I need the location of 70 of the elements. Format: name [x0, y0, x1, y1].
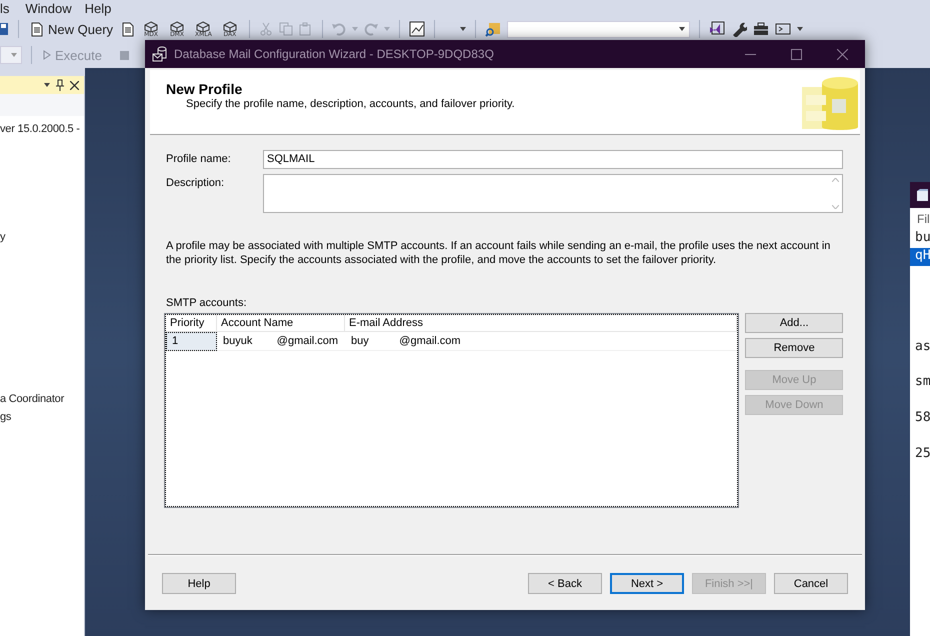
caret-icon: [384, 27, 390, 31]
scrollbar[interactable]: [832, 178, 839, 209]
page-subtitle: Specify the profile name, description, accounts, and failover priority.: [186, 98, 515, 110]
table-cell[interactable]: buy @gmail.com: [345, 332, 738, 351]
paste-icon[interactable]: [298, 22, 313, 36]
text-line: 58: [914, 410, 930, 427]
redo-icon[interactable]: [364, 22, 378, 36]
wrench-icon[interactable]: [730, 21, 747, 37]
undo-icon[interactable]: [332, 22, 346, 36]
document-icon: [30, 22, 44, 36]
scroll-down-icon[interactable]: [832, 205, 839, 209]
accounts-list[interactable]: Priority Account Name E-mail Address 1 buyuk @gmail.com buy @gmail.com: [164, 313, 740, 508]
tree-item[interactable]: ver 15.0.2000.5 -: [0, 123, 80, 141]
menu-item[interactable]: ls: [0, 0, 26, 16]
pin-icon[interactable]: [56, 79, 64, 91]
text-line: bu: [914, 230, 930, 247]
folder-search-icon[interactable]: [484, 21, 501, 37]
caret-icon: [44, 83, 50, 87]
column-header[interactable]: Account Name: [217, 315, 345, 332]
scroll-up-icon[interactable]: [832, 178, 839, 182]
description-field[interactable]: [263, 174, 843, 213]
page-title: New Profile: [166, 81, 242, 97]
play-icon: [43, 50, 51, 60]
caret-icon: [678, 27, 685, 31]
list-button[interactable]: Add...: [745, 313, 843, 333]
section-label: SMTP accounts:: [166, 297, 246, 309]
table-cell[interactable]: buyuk @gmail.com: [217, 332, 345, 351]
caret-icon: [460, 27, 466, 31]
wizard-button[interactable]: Cancel: [774, 573, 848, 594]
menu-item[interactable]: Fil: [910, 208, 930, 230]
document-icon[interactable]: [121, 22, 136, 36]
column-header[interactable]: E-mail Address: [345, 315, 738, 332]
caret-icon: [796, 27, 803, 31]
menu-item[interactable]: Window: [25, 0, 85, 16]
tree-item[interactable]: a Coordinator: [0, 393, 64, 411]
stop-icon[interactable]: [120, 50, 129, 60]
field-label: Description:: [166, 176, 226, 191]
tree-item[interactable]: gs: [0, 411, 12, 429]
chart-icon[interactable]: [408, 21, 425, 37]
text-line: sm: [914, 374, 930, 391]
window-title: Database Mail Configuration Wizard - DESKTOP-9DQD83Q: [174, 47, 495, 61]
profile-name-field[interactable]: SQLMAIL: [263, 150, 843, 169]
table-cell[interactable]: 1: [166, 332, 217, 351]
wizard-button[interactable]: < Back: [528, 573, 602, 594]
close-icon[interactable]: [70, 80, 79, 90]
close-icon: [836, 48, 848, 60]
text-line: 25: [914, 446, 930, 463]
search-combo[interactable]: [506, 20, 690, 38]
menu-item[interactable]: Help: [84, 0, 124, 16]
description-text: A profile may be associated with multiple SMTP accounts. If an account fails while sending an e-mail, the profile uses the next account in the priority list. Specify the accounts associated with the profile, and move the accounts to set the failover priority.: [166, 240, 832, 267]
visual-studio-icon[interactable]: [708, 21, 725, 37]
new-query-button[interactable]: New Query: [28, 22, 116, 36]
cut-icon[interactable]: [258, 22, 273, 36]
database-icon: [802, 75, 860, 133]
terminal-icon[interactable]: [774, 22, 791, 36]
wizard-button[interactable]: Help: [162, 573, 236, 594]
notepad-icon: [916, 188, 929, 202]
text-line: as: [914, 339, 930, 356]
toolbox-icon[interactable]: [752, 22, 769, 36]
save-icon[interactable]: [0, 22, 9, 36]
wizard-button[interactable]: Next >: [610, 573, 684, 594]
field-label: Profile name:: [166, 152, 232, 167]
caret-icon: [11, 53, 17, 57]
database-combo[interactable]: [0, 46, 22, 64]
copy-icon[interactable]: [278, 22, 293, 36]
mail-database-icon: [152, 46, 168, 62]
list-button[interactable]: Remove: [745, 338, 843, 358]
tree-item[interactable]: y: [0, 231, 6, 249]
caret-icon: [352, 27, 358, 31]
maximize-icon: [790, 48, 802, 60]
